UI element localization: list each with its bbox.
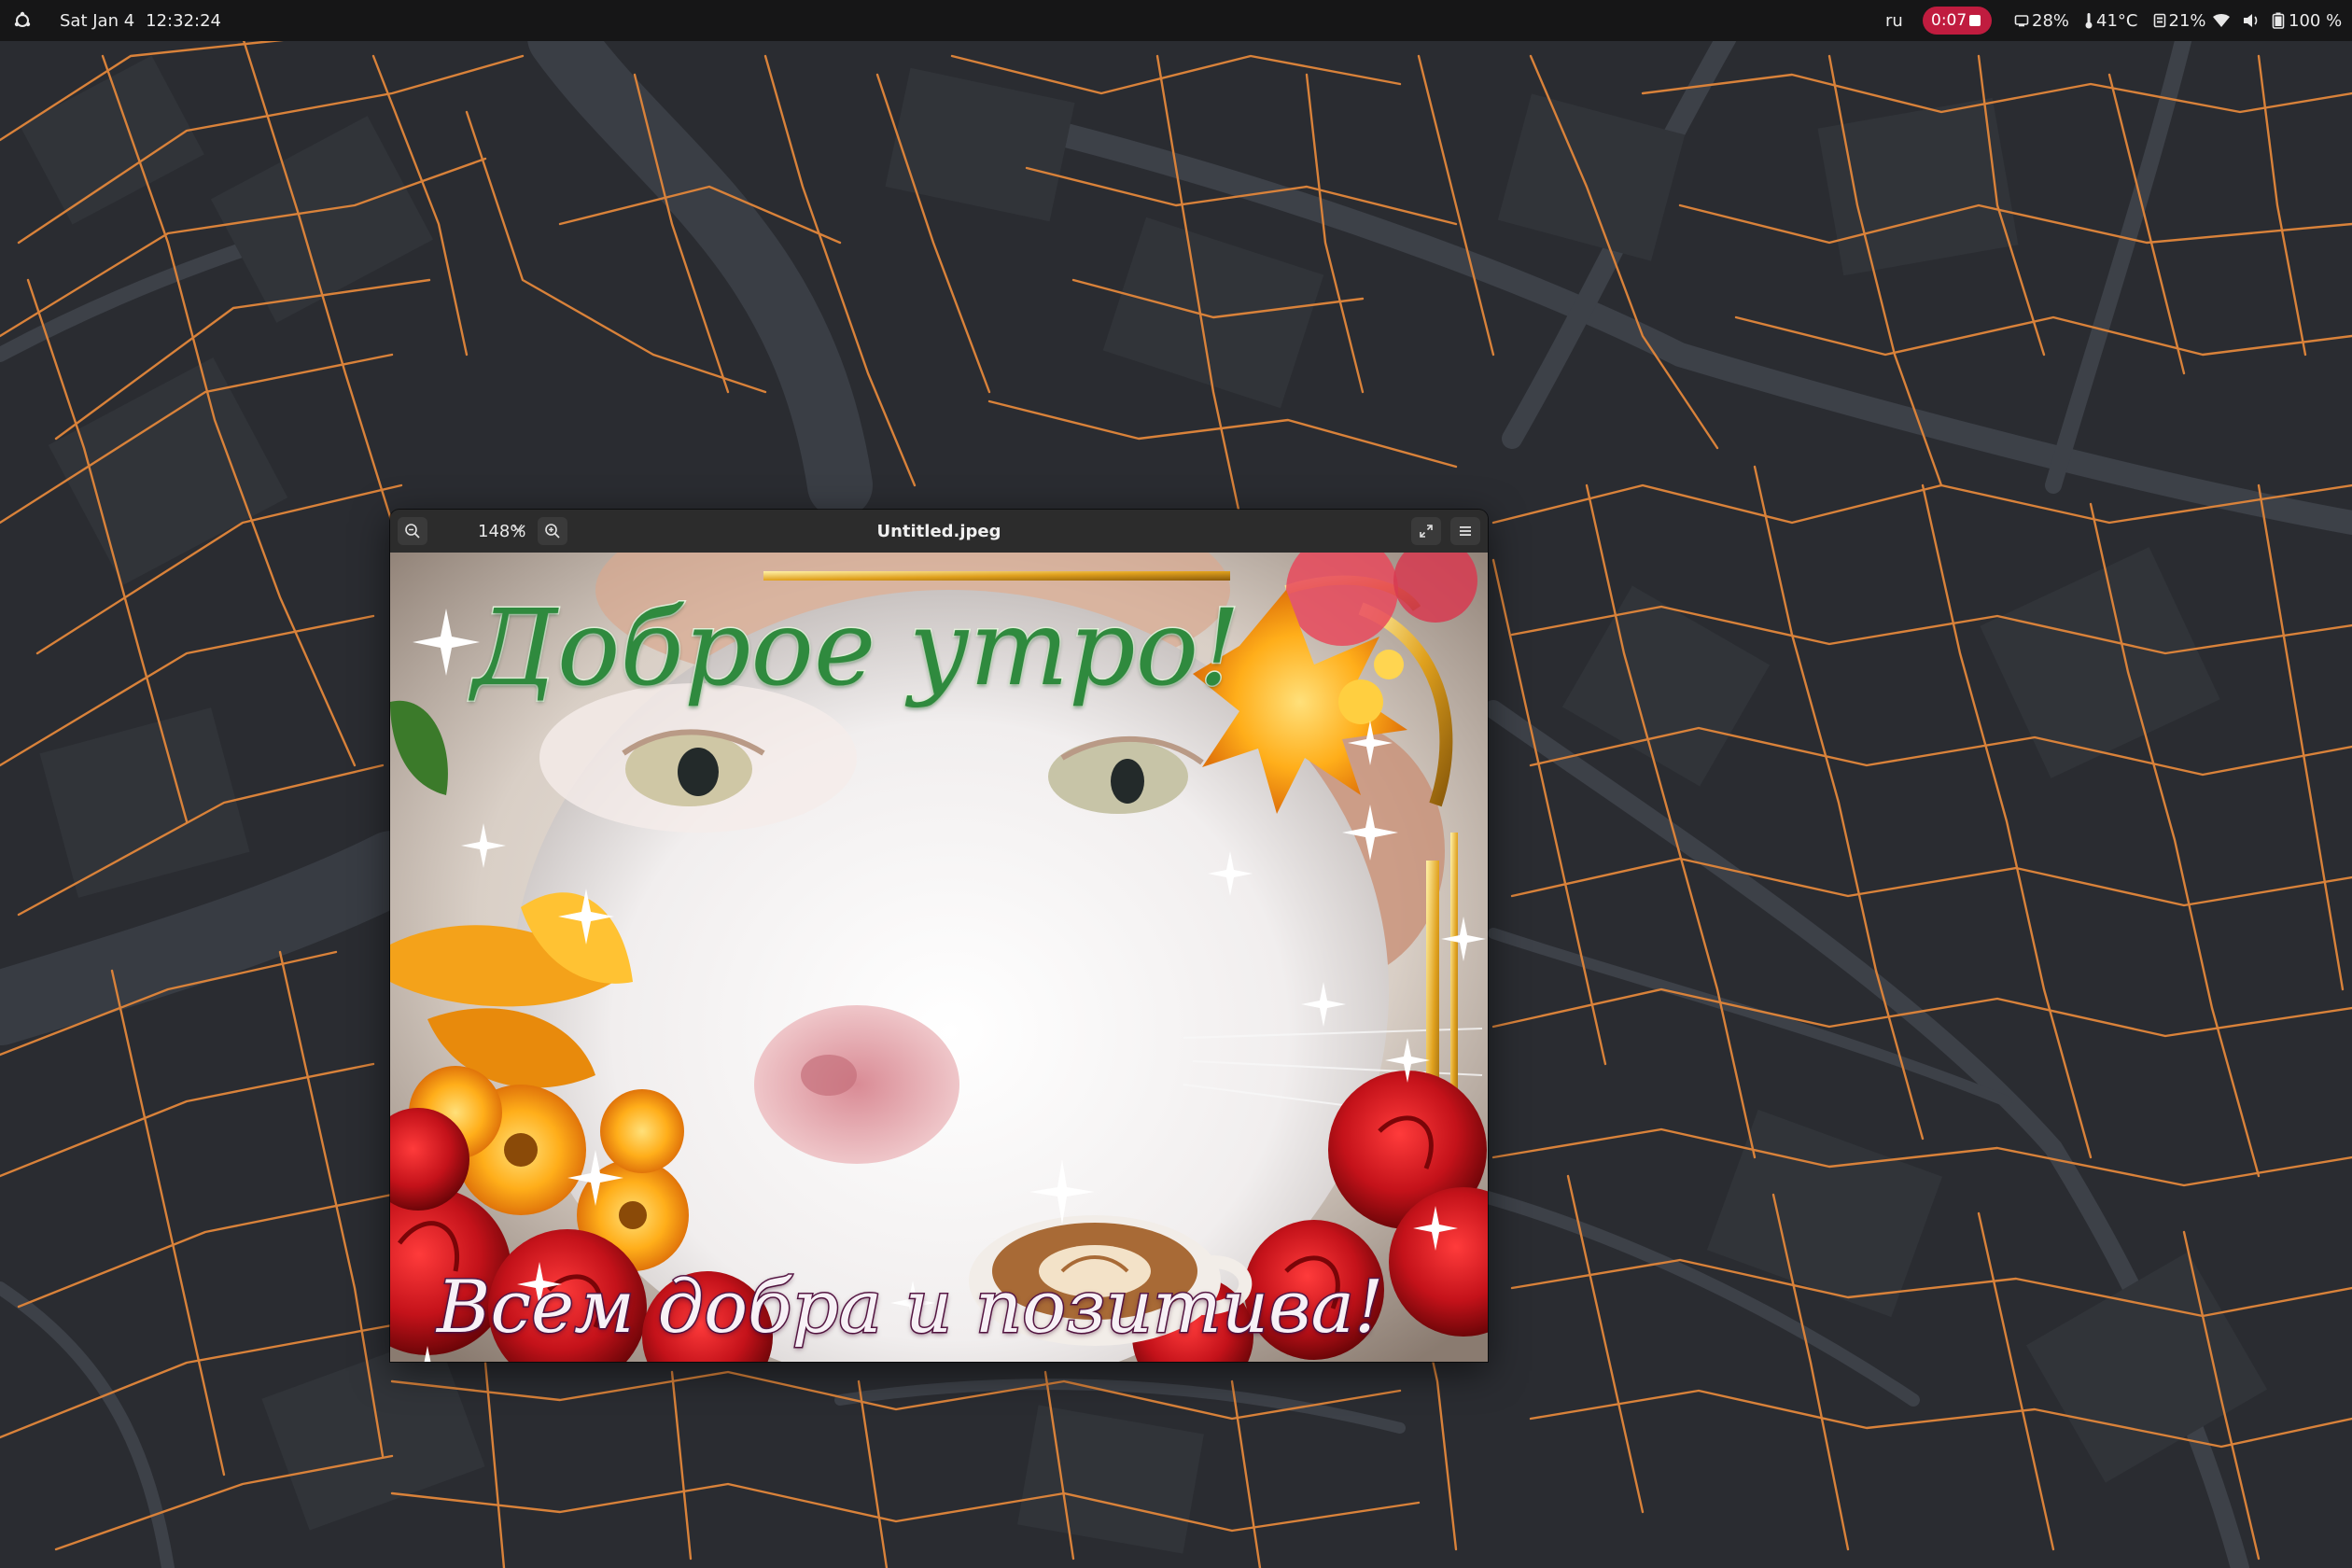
main-menu-button[interactable] <box>1450 517 1480 545</box>
fullscreen-icon <box>1420 525 1433 538</box>
greeting-bottom-text: Всем добра и позитива! <box>435 1265 1384 1351</box>
battery-level: 100 % <box>2289 10 2343 31</box>
volume-icon <box>2244 14 2258 27</box>
screen-recording-indicator[interactable]: 0:07 <box>1923 7 1992 35</box>
fullscreen-button[interactable] <box>1411 517 1441 545</box>
activities-button[interactable] <box>13 0 32 41</box>
zoom-out-icon <box>405 524 420 539</box>
thermometer-icon <box>2085 13 2093 29</box>
image-canvas[interactable]: Доброе утро! Всем добра и позитива! <box>390 553 1488 1362</box>
recording-time: 0:07 <box>1931 11 1967 30</box>
cpu-usage: 28% <box>2032 10 2070 31</box>
activities-icon <box>14 11 31 27</box>
desktop: Sat Jan 4 12:32:24 ru 0:07 28% 41°C 21% … <box>0 0 2352 1568</box>
zoom-out-button[interactable] <box>398 517 427 545</box>
keyboard-layout-label: ru <box>1885 10 1903 31</box>
clock-date: Sat Jan 4 <box>60 10 135 31</box>
wifi-icon <box>2213 14 2230 27</box>
headerbar: 148% Untitled.jpeg <box>390 510 1488 553</box>
keyboard-layout-indicator[interactable]: ru <box>1885 0 1903 41</box>
zoom-in-icon <box>545 524 560 539</box>
hamburger-menu-icon <box>1460 526 1471 536</box>
memory-icon <box>2153 13 2165 28</box>
temperature-value: 41°C <box>2096 10 2138 31</box>
greeting-top-text: Доброе утро! <box>470 587 1241 711</box>
image-viewer-window[interactable]: 148% Untitled.jpeg Доброе утро! Всем доб… <box>390 510 1488 1362</box>
system-monitor[interactable]: 28% 41°C 21% <box>2014 0 2206 41</box>
zoom-in-button[interactable] <box>538 517 567 545</box>
stop-recording-icon <box>1969 15 1981 26</box>
memory-usage: 21% <box>2168 10 2206 31</box>
clock[interactable]: Sat Jan 4 12:32:24 <box>60 0 221 41</box>
clock-time: 12:32:24 <box>146 10 221 31</box>
system-menu[interactable]: 100 % <box>2212 0 2342 41</box>
cpu-icon <box>2014 15 2029 27</box>
top-panel: Sat Jan 4 12:32:24 ru 0:07 28% 41°C 21% … <box>0 0 2352 41</box>
chevron-down-icon <box>512 525 525 533</box>
battery-icon <box>2272 12 2285 29</box>
